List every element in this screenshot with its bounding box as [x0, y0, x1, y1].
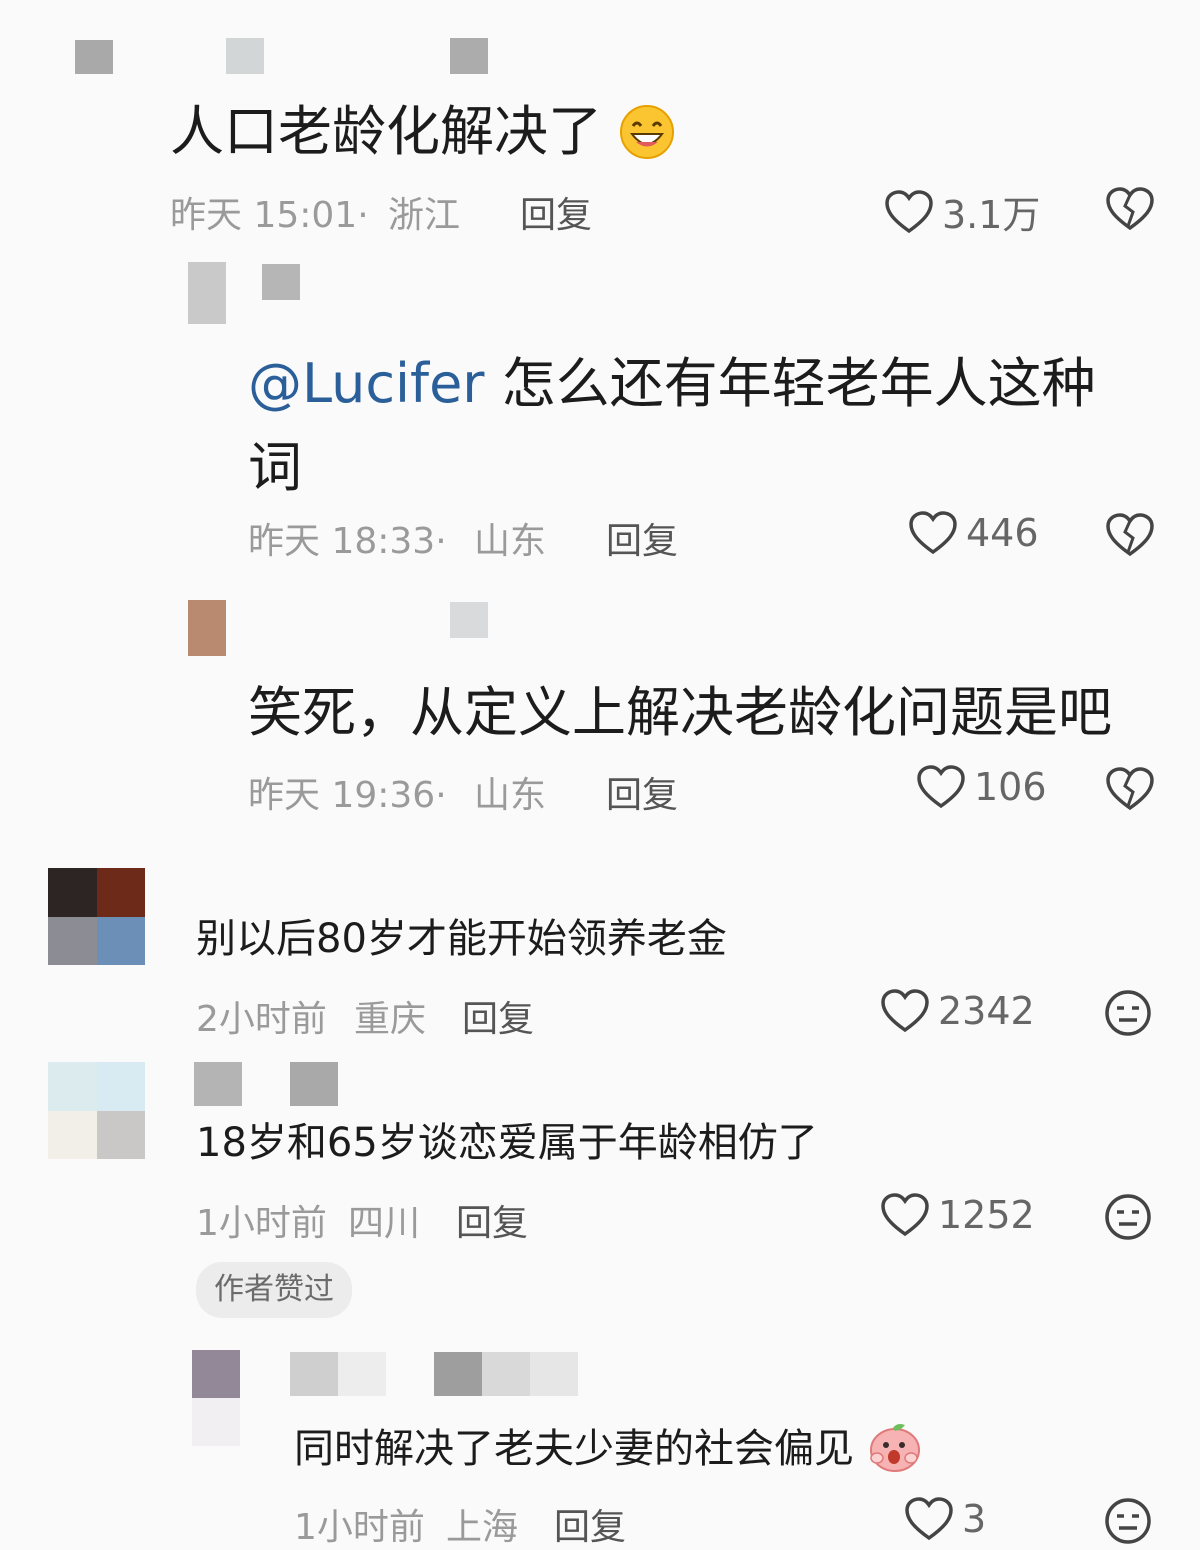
comment-text: 人口老龄化解决了 — [170, 100, 675, 164]
like-button[interactable]: 3 — [904, 1496, 986, 1542]
avatar[interactable] — [48, 868, 145, 965]
reply-button[interactable]: 回复 — [456, 1194, 528, 1246]
like-count: 2342 — [938, 989, 1035, 1033]
avatar[interactable] — [192, 1350, 240, 1446]
author-liked-badge: 作者赞过 — [196, 1262, 352, 1318]
username-redacted — [290, 1352, 338, 1396]
comment-location: 浙江 — [388, 195, 461, 236]
username-redacted — [262, 264, 300, 300]
username-redacted — [290, 1062, 338, 1106]
comment-time: 2小时前 — [196, 999, 327, 1040]
broken-heart-icon[interactable] — [1105, 186, 1155, 232]
username-redacted — [450, 38, 488, 74]
grinning-face-emoji — [620, 105, 675, 159]
heart-icon — [909, 511, 957, 555]
shocked-peach-emoji — [869, 1424, 920, 1472]
like-button[interactable]: 446 — [908, 510, 1039, 556]
comment-text: 别以后80岁才能开始领养老金 — [196, 916, 727, 962]
comment-location: 上海 — [446, 1507, 519, 1548]
comment-time: 1小时前 — [294, 1507, 425, 1548]
like-button[interactable]: 2342 — [880, 988, 1035, 1034]
avatar[interactable] — [48, 1062, 145, 1159]
like-count: 446 — [966, 511, 1039, 555]
like-count: 1252 — [938, 1193, 1035, 1237]
comment-location: 四川 — [348, 1203, 421, 1244]
like-button[interactable]: 3.1万 — [884, 184, 1040, 239]
neutral-face-icon[interactable] — [1103, 1496, 1153, 1546]
comment-time: 昨天 18:33· — [248, 521, 447, 562]
reply-button[interactable]: 回复 — [606, 512, 678, 564]
username-redacted — [450, 602, 488, 638]
avatar[interactable] — [188, 600, 226, 656]
username-redacted — [530, 1352, 578, 1396]
comment-location: 重庆 — [354, 999, 427, 1040]
like-button[interactable]: 1252 — [880, 1192, 1035, 1238]
heart-icon — [881, 989, 929, 1033]
avatar[interactable] — [40, 30, 150, 120]
comment-text: 同时解决了老夫少妻的社会偏见 — [294, 1420, 923, 1477]
avatar[interactable] — [170, 262, 226, 324]
comment-location: 山东 — [474, 775, 547, 816]
username-redacted — [434, 1352, 482, 1396]
reply-button[interactable]: 回复 — [554, 1498, 626, 1550]
comment-location: 山东 — [474, 521, 547, 562]
heart-icon — [917, 765, 965, 809]
comment-text: 笑死，从定义上解决老龄化问题是吧 — [248, 681, 1112, 744]
reply-button[interactable]: 回复 — [520, 186, 592, 238]
username-redacted[interactable] — [226, 38, 264, 74]
reply-button[interactable]: 回复 — [462, 990, 534, 1042]
reply-button[interactable]: 回复 — [606, 766, 678, 818]
neutral-face-icon[interactable] — [1103, 988, 1153, 1038]
comment-text: 18岁和65岁谈恋爱属于年龄相仿了 — [196, 1120, 818, 1166]
comment-text: @Lucifer 怎么还有年轻老年人这种 词 — [248, 352, 1096, 499]
heart-icon — [881, 1193, 929, 1237]
heart-icon — [905, 1497, 953, 1541]
username-redacted — [482, 1352, 530, 1396]
username-redacted — [338, 1352, 386, 1396]
heart-icon — [885, 189, 933, 233]
neutral-face-icon[interactable] — [1103, 1192, 1153, 1242]
comment-time: 昨天 19:36· — [248, 775, 447, 816]
comment-time: 昨天 15:01· — [170, 195, 369, 236]
like-count: 3 — [962, 1497, 987, 1541]
like-button[interactable]: 106 — [916, 764, 1047, 810]
mention-link[interactable]: @Lucifer — [248, 352, 485, 415]
username-redacted — [194, 1062, 242, 1106]
like-count: 3.1万 — [942, 193, 1041, 237]
like-count: 106 — [974, 765, 1047, 809]
comment-time: 1小时前 — [196, 1203, 327, 1244]
broken-heart-icon[interactable] — [1105, 512, 1155, 558]
broken-heart-icon[interactable] — [1105, 766, 1155, 812]
